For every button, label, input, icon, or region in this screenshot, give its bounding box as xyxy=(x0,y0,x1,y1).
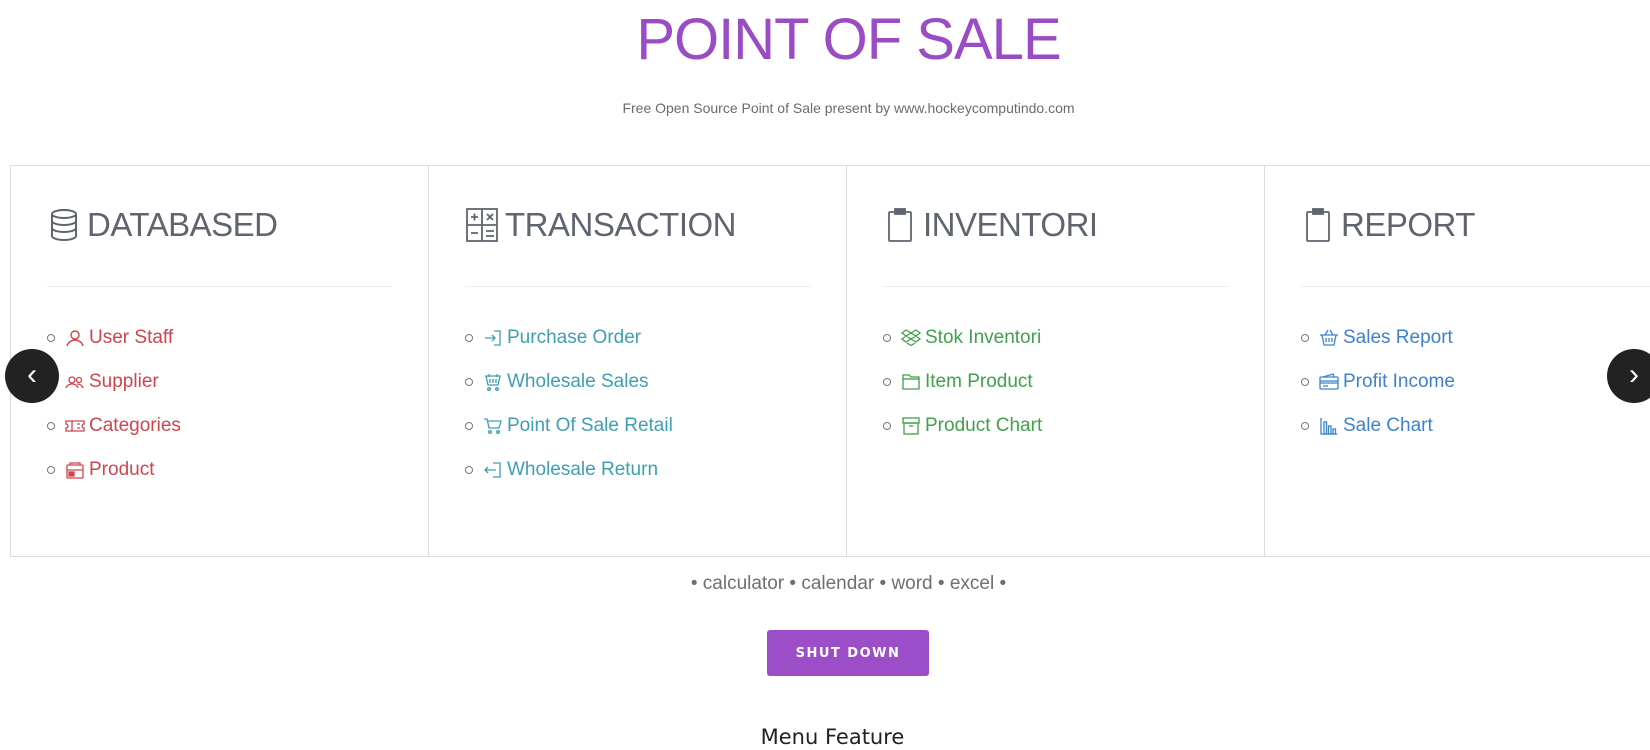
app-links: • calculator • calendar • word • excel • xyxy=(0,573,1650,595)
menu-item-label: Wholesale Sales xyxy=(507,371,649,392)
bullet xyxy=(1301,334,1309,342)
menu-item-profit-income[interactable]: Profit Income xyxy=(1301,360,1455,404)
panel-title: TRANSACTION xyxy=(505,206,737,243)
menu-item-label: Product Chart xyxy=(925,415,1043,436)
menu-item-point-of-sale-retail[interactable]: Point Of Sale Retail xyxy=(465,404,673,448)
menu-list: Stok Inventori Item Product Product Char… xyxy=(883,316,1042,448)
menu-item-label: Profit Income xyxy=(1343,371,1455,392)
divider xyxy=(47,286,392,287)
menu-item-label: Point Of Sale Retail xyxy=(507,415,673,436)
menu-item-wholesale-sales[interactable]: Wholesale Sales xyxy=(465,360,673,404)
page-title: POINT OF SALE xyxy=(636,7,1061,72)
panel-title: INVENTORI xyxy=(923,206,1098,243)
app-link-excel[interactable]: excel xyxy=(950,573,994,594)
separator: • xyxy=(690,573,698,594)
ticket-icon xyxy=(65,416,85,436)
bullet xyxy=(465,466,473,474)
divider xyxy=(883,286,1228,287)
bullet xyxy=(47,334,55,342)
panel-databased: DATABASED User Staff Supplier Categories… xyxy=(10,166,428,556)
menu-item-stok-inventori[interactable]: Stok Inventori xyxy=(883,316,1042,360)
credit-card-icon xyxy=(1319,372,1339,392)
separator: • xyxy=(879,573,887,594)
clipboard-icon xyxy=(883,207,917,243)
folder-icon xyxy=(901,372,921,392)
menu-item-sale-chart[interactable]: Sale Chart xyxy=(1301,404,1455,448)
panel-header: INVENTORI xyxy=(883,206,1098,244)
menu-item-sales-report[interactable]: Sales Report xyxy=(1301,316,1455,360)
separator: • xyxy=(789,573,797,594)
menu-item-wholesale-return[interactable]: Wholesale Return xyxy=(465,448,673,492)
user-icon xyxy=(65,328,85,348)
bullet xyxy=(883,334,891,342)
menu-item-product-chart[interactable]: Product Chart xyxy=(883,404,1042,448)
database-icon xyxy=(47,207,81,243)
menu-item-user-staff[interactable]: User Staff xyxy=(47,316,181,360)
menu-list: User Staff Supplier Categories Product xyxy=(47,316,181,492)
panel-title: DATABASED xyxy=(87,206,278,243)
divider xyxy=(465,286,810,287)
box-icon xyxy=(65,460,85,480)
sign-in-icon xyxy=(483,328,503,348)
menu-item-label: Sales Report xyxy=(1343,327,1453,348)
shut-down-button[interactable]: SHUT DOWN xyxy=(767,630,929,676)
feature-carousel: DATABASED User Staff Supplier Categories… xyxy=(10,165,1650,557)
panel-header: TRANSACTION xyxy=(465,206,737,244)
panel-report: REPORT Sales Report Profit Income Sale C… xyxy=(1264,166,1650,556)
bullet xyxy=(47,466,55,474)
bullet xyxy=(465,378,473,386)
bullet xyxy=(883,422,891,430)
bullet xyxy=(883,378,891,386)
app-link-calendar[interactable]: calendar xyxy=(801,573,874,594)
bullet xyxy=(465,422,473,430)
dropbox-icon xyxy=(901,328,921,348)
shopping-basket-icon xyxy=(483,372,503,392)
separator: • xyxy=(999,573,1007,594)
app-link-word[interactable]: word xyxy=(891,573,932,594)
menu-item-label: Sale Chart xyxy=(1343,415,1433,436)
bullet xyxy=(47,422,55,430)
menu-item-label: Stok Inventori xyxy=(925,327,1042,348)
divider xyxy=(1301,286,1650,287)
panel-transaction: TRANSACTION Purchase Order Wholesale Sal… xyxy=(428,166,846,556)
archive-icon xyxy=(901,416,921,436)
cart-icon xyxy=(483,416,503,436)
carousel-prev-button[interactable]: ‹ xyxy=(5,349,59,403)
panel-title: REPORT xyxy=(1341,206,1475,243)
bar-chart-icon xyxy=(1319,416,1339,436)
separator: • xyxy=(937,573,945,594)
menu-item-label: User Staff xyxy=(89,327,174,348)
clipboard-icon xyxy=(1301,207,1335,243)
menu-item-categories[interactable]: Categories xyxy=(47,404,181,448)
menu-item-label: Product xyxy=(89,459,155,480)
menu-item-label: Purchase Order xyxy=(507,327,642,348)
menu-item-label: Item Product xyxy=(925,371,1033,392)
bullet xyxy=(1301,378,1309,386)
menu-item-label: Supplier xyxy=(89,371,159,392)
bullet xyxy=(1301,422,1309,430)
menu-list: Purchase Order Wholesale Sales Point Of … xyxy=(465,316,673,492)
app-link-calculator[interactable]: calculator xyxy=(703,573,784,594)
menu-item-label: Categories xyxy=(89,415,181,436)
menu-item-supplier[interactable]: Supplier xyxy=(47,360,181,404)
basket-icon xyxy=(1319,328,1339,348)
sign-out-icon xyxy=(483,460,503,480)
menu-feature-heading: Menu Feature xyxy=(760,725,905,749)
calculator-icon xyxy=(465,207,499,243)
menu-item-purchase-order[interactable]: Purchase Order xyxy=(465,316,673,360)
menu-list: Sales Report Profit Income Sale Chart xyxy=(1301,316,1455,448)
menu-item-item-product[interactable]: Item Product xyxy=(883,360,1042,404)
panel-header: DATABASED xyxy=(47,206,278,244)
panel-inventori: INVENTORI Stok Inventori Item Product Pr… xyxy=(846,166,1264,556)
page-subtitle: Free Open Source Point of Sale present b… xyxy=(622,100,1075,116)
menu-item-label: Wholesale Return xyxy=(507,459,659,480)
users-icon xyxy=(65,372,85,392)
menu-item-product[interactable]: Product xyxy=(47,448,181,492)
bullet xyxy=(465,334,473,342)
panel-header: REPORT xyxy=(1301,206,1475,244)
